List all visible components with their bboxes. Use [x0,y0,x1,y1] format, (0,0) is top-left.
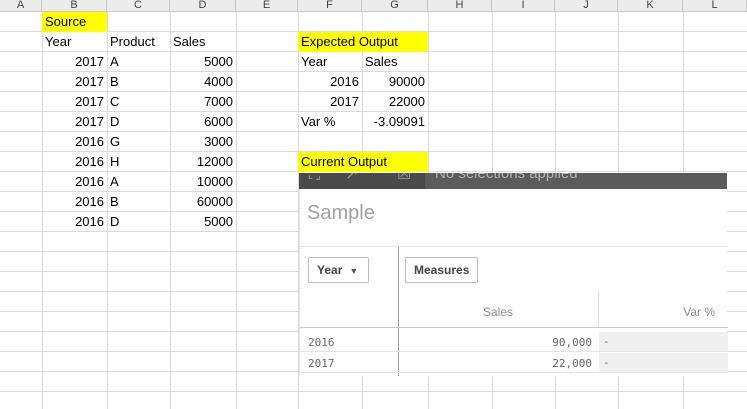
caret-down-icon: ▼ [349,266,359,276]
column-header-i[interactable]: I [492,0,555,12]
qlik-toolbar: ⛶ ↗ ☒ No selections applied [299,173,727,189]
source-year-cell[interactable]: 2017 [42,72,107,92]
source-sales-cell[interactable]: 4000 [170,72,236,92]
header-divider [598,292,599,327]
expected-var-value[interactable]: -3.09091 [362,112,428,132]
source-sales-cell[interactable]: 3000 [170,132,236,152]
row-year[interactable]: 2016 [308,336,335,349]
toolbar-icon-group: ⛶ ↗ ☒ [299,173,425,189]
measures-button[interactable]: Measures [405,257,478,283]
source-sales-cell[interactable]: 10000 [170,172,236,192]
column-header-k[interactable]: K [618,0,683,12]
expected-header-sales[interactable]: Sales [362,52,428,72]
source-year-cell[interactable]: 2016 [42,172,107,192]
source-year-cell[interactable]: 2016 [42,212,107,232]
column-header-f[interactable]: F [298,0,362,12]
column-header-d[interactable]: D [170,0,236,12]
row-sales: 22,000 [552,357,592,370]
title-divider [300,246,728,247]
column-header-b[interactable]: B [42,0,107,12]
current-output-title[interactable]: Current Output [298,152,428,172]
column-header-e[interactable]: E [236,0,298,12]
source-year-cell[interactable]: 2017 [42,112,107,132]
export-icon[interactable]: ↗ [345,173,358,183]
sales-column-header[interactable]: Sales [483,305,513,319]
source-header-product[interactable]: Product [107,32,170,52]
clear-selection-icon[interactable]: ☒ [397,173,411,183]
source-product-cell[interactable]: A [107,172,170,192]
source-sales-cell[interactable]: 12000 [170,152,236,172]
source-product-cell[interactable]: H [107,152,170,172]
expected-header-year[interactable]: Year [298,52,362,72]
chart-title: Sample [307,202,375,224]
source-year-cell[interactable]: 2016 [42,132,107,152]
column-header-l[interactable]: L [683,0,747,12]
expected-var-label[interactable]: Var % [298,112,362,132]
row-var: - [599,353,728,372]
year-button-label: Year [317,263,343,277]
row-sales: 90,000 [552,336,592,349]
source-year-cell[interactable]: 2017 [42,92,107,112]
source-product-cell[interactable]: D [107,212,170,232]
source-sales-cell[interactable]: 5000 [170,212,236,232]
source-year-cell[interactable]: 2016 [42,152,107,172]
source-sales-cell[interactable]: 6000 [170,112,236,132]
column-header-a[interactable]: A [0,0,42,12]
source-product-cell[interactable]: D [107,112,170,132]
column-header-j[interactable]: J [555,0,618,12]
source-header-year[interactable]: Year [42,32,107,52]
row-var: - [599,332,728,351]
source-product-cell[interactable]: A [107,52,170,72]
source-product-cell[interactable]: B [107,192,170,212]
column-header-h[interactable]: H [428,0,492,12]
table-row[interactable]: 2016 90,000 - [300,332,728,352]
expected-sales-cell[interactable]: 90000 [362,72,428,92]
fullscreen-icon[interactable]: ⛶ [309,173,320,183]
expected-sales-cell[interactable]: 22000 [362,92,428,112]
source-header-sales[interactable]: Sales [170,32,236,52]
table-header-separator [300,327,728,328]
row-year[interactable]: 2017 [308,357,335,370]
source-product-cell[interactable]: G [107,132,170,152]
selection-status: No selections applied [435,173,578,182]
source-title[interactable]: Source [42,12,107,32]
column-header-c[interactable]: C [107,0,170,12]
source-sales-cell[interactable]: 60000 [170,192,236,212]
expected-year-cell[interactable]: 2016 [298,72,362,92]
expected-output-title[interactable]: Expected Output [298,32,428,52]
column-header-g[interactable]: G [362,0,428,12]
source-product-cell[interactable]: B [107,72,170,92]
qlik-pivot-panel: Sample Year ▼ Measures Sales Var % 2016 9… [299,189,728,376]
table-row[interactable]: 2017 22,000 - [300,353,728,373]
source-sales-cell[interactable]: 7000 [170,92,236,112]
column-header-bar: A B C D E F G H I J K L [0,0,747,12]
source-sales-cell[interactable]: 5000 [170,52,236,72]
var-column-header[interactable]: Var % [683,305,715,319]
expected-year-cell[interactable]: 2017 [298,92,362,112]
source-year-cell[interactable]: 2016 [42,192,107,212]
source-year-cell[interactable]: 2017 [42,52,107,72]
year-dimension-button[interactable]: Year ▼ [308,257,369,283]
source-product-cell[interactable]: C [107,92,170,112]
